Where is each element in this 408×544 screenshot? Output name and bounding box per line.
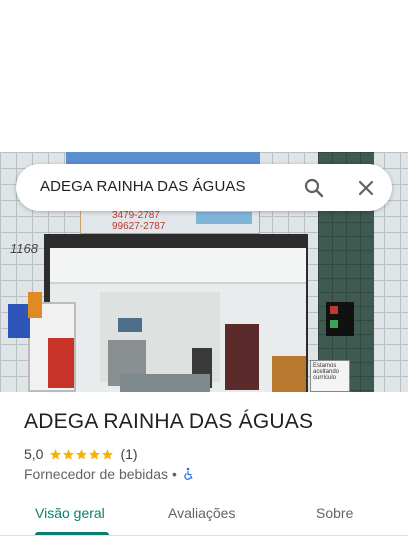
- place-name: ADEGA RAINHA DAS ÁGUAS: [24, 410, 314, 433]
- orange-sticker: [28, 292, 42, 318]
- wine-shelf: [225, 324, 259, 390]
- close-icon[interactable]: [354, 176, 378, 200]
- place-category: Fornecedor de bebidas: [24, 466, 168, 482]
- floor-items: [120, 374, 210, 392]
- counter: [272, 356, 306, 392]
- star-rating: [49, 448, 114, 461]
- poster-green-mark: [330, 320, 338, 328]
- tab-visao-geral[interactable]: Visão geral: [35, 505, 105, 521]
- category-row: Fornecedor de bebidas •: [24, 465, 195, 483]
- wheelchair-icon: [181, 467, 195, 481]
- map-blank-area: [0, 0, 408, 152]
- water-bottles: [196, 212, 252, 224]
- review-count[interactable]: (1): [120, 446, 137, 462]
- star-icon: [102, 448, 114, 460]
- search-bar[interactable]: ADEGA RAINHA DAS ÁGUAS: [16, 164, 392, 211]
- rating-row[interactable]: 5,0 (1): [24, 445, 138, 463]
- rating-value: 5,0: [24, 446, 44, 462]
- sign-phones: 3479-2787 99627-2787: [112, 210, 202, 232]
- tab-avaliacoes[interactable]: Avaliações: [168, 505, 235, 521]
- sign-phone-2: 99627-2787: [112, 221, 166, 232]
- separator-dot: •: [172, 466, 177, 482]
- search-icon[interactable]: [302, 176, 326, 200]
- hiring-note: Estamos aceitando currículo: [310, 360, 350, 392]
- search-input[interactable]: ADEGA RAINHA DAS ÁGUAS: [40, 178, 246, 195]
- ceiling: [50, 248, 306, 284]
- star-icon: [63, 448, 75, 460]
- top-banner: [66, 152, 260, 164]
- sign-phone-1: 3479-2787: [112, 210, 160, 221]
- tab-bar: Visão geral Avaliações Sobre: [0, 500, 408, 536]
- poster-red-mark: [330, 306, 338, 314]
- fridge-red-panel: [48, 338, 74, 388]
- star-icon: [76, 448, 88, 460]
- address-number: 1168: [10, 241, 38, 256]
- star-icon: [89, 448, 101, 460]
- blue-sticker: [8, 304, 30, 338]
- tab-sobre[interactable]: Sobre: [316, 505, 353, 521]
- tab-divider: [0, 535, 408, 536]
- crate: [118, 318, 142, 332]
- star-icon: [50, 448, 62, 460]
